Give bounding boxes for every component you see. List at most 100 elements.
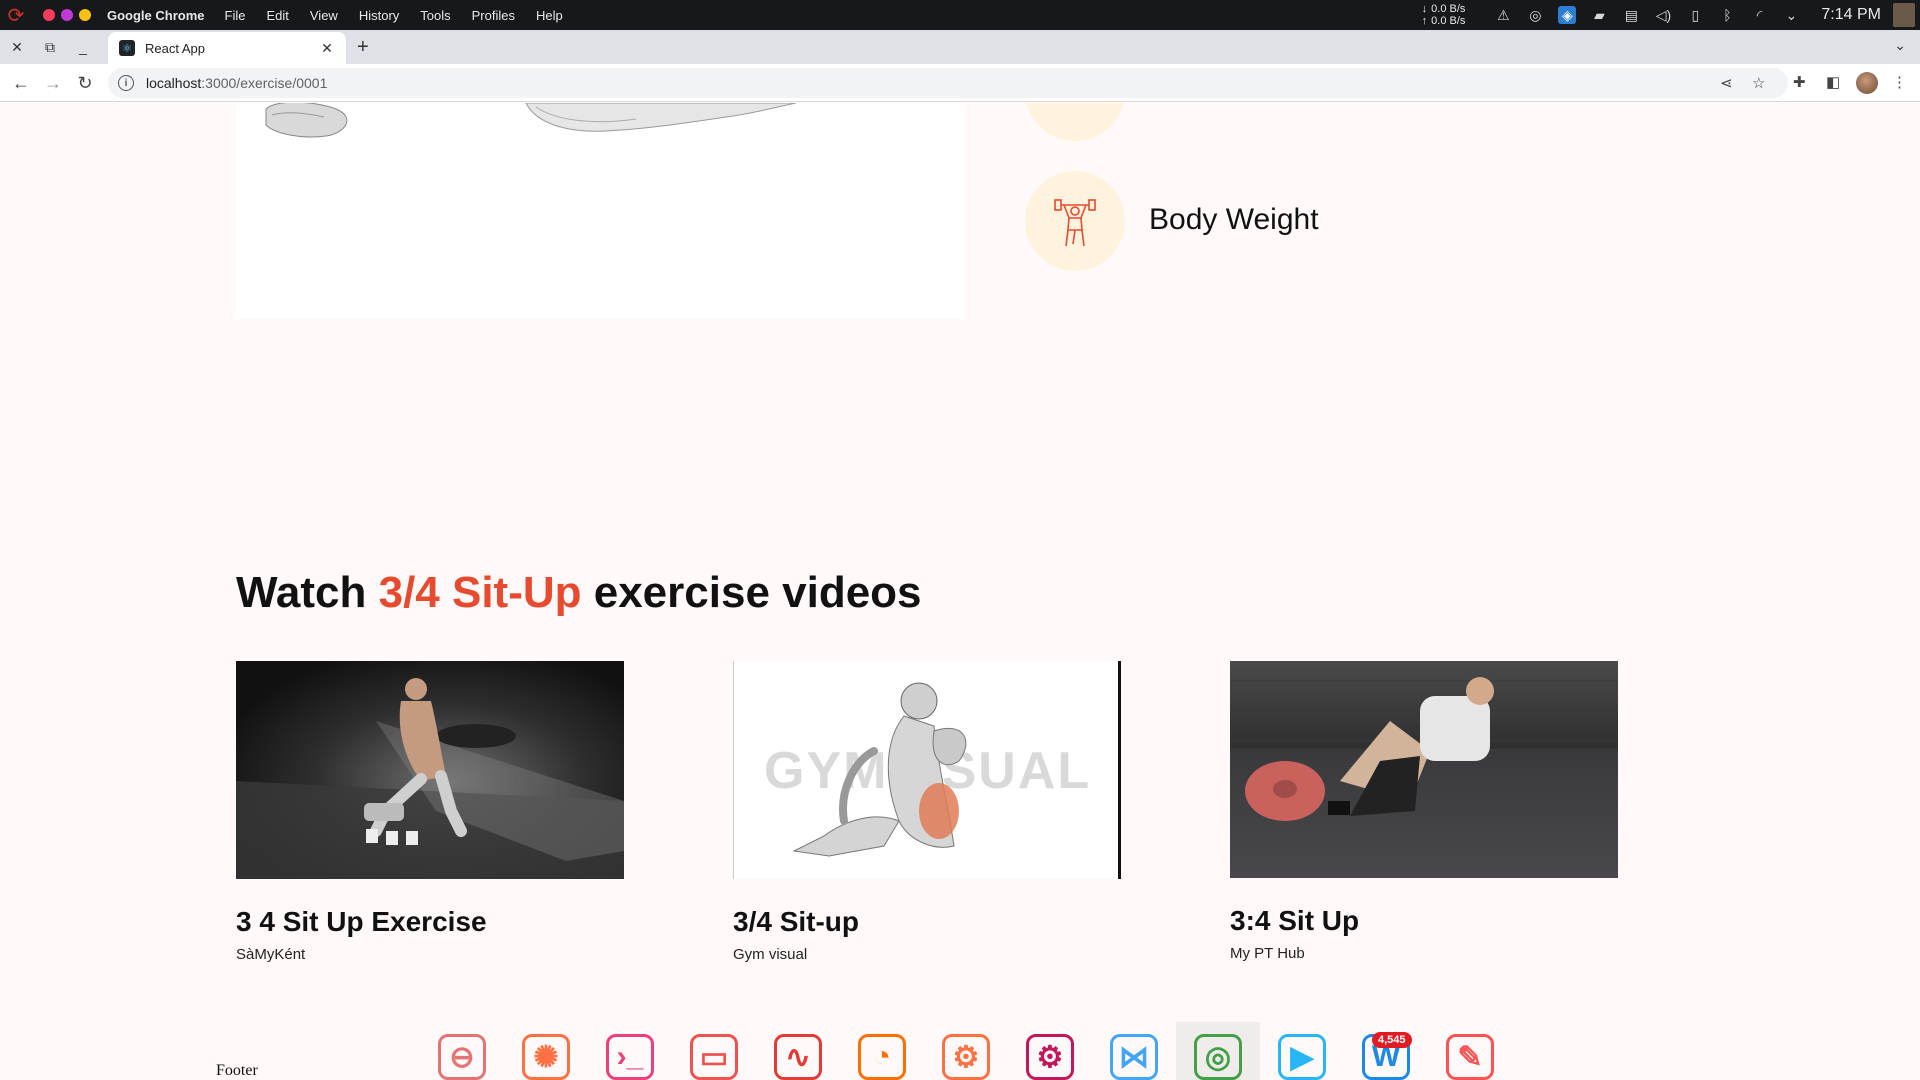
back-icon[interactable]: ←: [10, 72, 32, 94]
chevron-down-icon[interactable]: ⌄: [1782, 6, 1800, 24]
screenshot-icon[interactable]: ▰: [1590, 6, 1608, 24]
dock-editor[interactable]: ✎: [1428, 1022, 1512, 1080]
exercise-illustration: [265, 103, 797, 138]
menu-view[interactable]: View: [310, 8, 338, 23]
dock-editor-icon: ✎: [1446, 1034, 1494, 1080]
react-favicon-icon: ⚛: [119, 40, 135, 56]
video-title[interactable]: 3/4 Sit-up: [733, 906, 1121, 938]
video-title[interactable]: 3 4 Sit Up Exercise: [236, 906, 624, 938]
video-title[interactable]: 3:4 Sit Up: [1230, 905, 1618, 937]
video-thumbnail[interactable]: GYMVISUAL: [733, 661, 1121, 879]
bookmark-star-icon[interactable]: ☆: [1752, 74, 1765, 92]
video-channel: My PT Hub: [1230, 945, 1305, 962]
gym-floor-scene: [1230, 677, 1618, 821]
situp-illustration: [792, 682, 967, 857]
equipment-badge: [1025, 171, 1125, 271]
videos-heading-prefix: Watch: [236, 568, 379, 617]
url-text[interactable]: localhost:3000/exercise/0001: [146, 75, 327, 91]
close-dot[interactable]: [43, 9, 55, 21]
site-info-icon[interactable]: i: [118, 75, 134, 91]
download-arrow-icon: ↓: [1421, 3, 1428, 15]
close-window-icon[interactable]: ✕: [8, 38, 26, 56]
dock-vscode-icon: ⋈: [1110, 1034, 1158, 1080]
dock-settings-icon: ⚙: [1026, 1034, 1074, 1080]
os-top-bar: ⟳ Google Chrome File Edit View History T…: [0, 0, 1920, 30]
page-content: Body Weight Watch 3/4 Sit-Up exercise vi…: [0, 103, 1920, 1080]
notification-icon[interactable]: ⚠: [1494, 6, 1512, 24]
system-tray: ↓ ↑ 0.0 B/s 0.0 B/s ⚠ ◎ ◈ ▰ ▤ ◁) ▯ ᛒ ◜ ⌄ …: [1422, 0, 1920, 30]
battery-icon[interactable]: ▯: [1686, 6, 1704, 24]
dock-player-icon: ▶: [1278, 1034, 1326, 1080]
notification-badge: 4,545: [1372, 1032, 1412, 1048]
equipment-label: Body Weight: [1149, 203, 1319, 236]
tab-title: React App: [145, 40, 205, 56]
dock: ⊖ ✺ ›_ ▭ ∿ ◔ ⚙ ⚙ ⋈ ◎ ▶ W 4,545 ✎: [420, 1022, 1512, 1080]
dock-app-2-icon: ✺: [522, 1034, 570, 1080]
clipboard-icon[interactable]: ▤: [1622, 6, 1640, 24]
maximize-dot[interactable]: [79, 9, 91, 21]
target-badge: [1025, 103, 1125, 141]
menu-tools[interactable]: Tools: [420, 8, 450, 23]
dock-files[interactable]: ▭: [672, 1022, 756, 1080]
menu-history[interactable]: History: [359, 8, 399, 23]
tab-react-app[interactable]: ⚛ React App ✕: [108, 32, 346, 64]
dock-app-12[interactable]: W 4,545: [1344, 1022, 1428, 1080]
dock-terminal[interactable]: ›_: [588, 1022, 672, 1080]
network-speed: ↓ ↑ 0.0 B/s 0.0 B/s: [1422, 3, 1466, 27]
dock-app-1-icon: ⊖: [438, 1034, 486, 1080]
side-panel-icon[interactable]: ◧: [1826, 73, 1840, 91]
tab-search-chevron-icon[interactable]: ⌄: [1894, 37, 1906, 54]
vpn-icon[interactable]: ◈: [1558, 6, 1577, 24]
wifi-icon[interactable]: ◜: [1750, 6, 1768, 24]
menu-profiles[interactable]: Profiles: [472, 8, 515, 23]
address-bar[interactable]: i localhost:3000/exercise/0001 ⋖ ☆: [108, 68, 1788, 98]
dock-settings[interactable]: ⚙: [1008, 1022, 1092, 1080]
exercise-gif-image: [236, 103, 965, 319]
volume-icon[interactable]: ◁): [1654, 6, 1672, 24]
dock-terminal-icon: ›_: [606, 1034, 654, 1080]
minimize-dot[interactable]: [61, 9, 73, 21]
dock-player[interactable]: ▶: [1260, 1022, 1344, 1080]
dock-vscode[interactable]: ⋈: [1092, 1022, 1176, 1080]
forward-icon[interactable]: →: [42, 72, 64, 94]
target-icon: [1053, 103, 1097, 113]
video-card[interactable]: GYMVISUAL 3/4 Sit-up Gym visual: [733, 661, 1121, 963]
video-channel: SàMyKént: [236, 946, 306, 963]
url-host: localhost: [146, 75, 202, 91]
video-thumbnail[interactable]: [1230, 661, 1618, 878]
video-card[interactable]: 3 4 Sit Up Exercise SàMyKént: [236, 661, 624, 963]
menu-file[interactable]: File: [225, 8, 246, 23]
dock-monitor[interactable]: ∿: [756, 1022, 840, 1080]
tab-close-icon[interactable]: ✕: [318, 40, 336, 57]
new-tab-icon[interactable]: +: [357, 36, 369, 59]
active-app-name: Google Chrome: [107, 7, 205, 23]
distro-logo-icon[interactable]: ⟳: [3, 2, 29, 28]
indicator-icon[interactable]: ◎: [1526, 6, 1544, 24]
profile-avatar[interactable]: [1856, 72, 1878, 94]
dock-app-1[interactable]: ⊖: [420, 1022, 504, 1080]
dock-app-7[interactable]: ⚙: [924, 1022, 1008, 1080]
dock-app-2[interactable]: ✺: [504, 1022, 588, 1080]
dock-disk-icon: ◔: [858, 1034, 906, 1080]
minimize-window-icon[interactable]: _: [74, 38, 92, 56]
user-avatar[interactable]: [1893, 3, 1915, 27]
menu-edit[interactable]: Edit: [266, 8, 288, 23]
clock[interactable]: 7:14 PM: [1821, 6, 1881, 24]
reload-icon[interactable]: ↻: [74, 72, 96, 94]
dock-disk[interactable]: ◔: [840, 1022, 924, 1080]
bluetooth-icon[interactable]: ᛒ: [1718, 6, 1736, 24]
video-thumbnail[interactable]: [236, 661, 624, 879]
extensions-icon[interactable]: ✚: [1793, 73, 1806, 91]
url-path: :3000/exercise/0001: [201, 75, 328, 91]
share-icon[interactable]: ⋖: [1720, 74, 1733, 92]
video-card[interactable]: 3:4 Sit Up My PT Hub: [1230, 661, 1618, 962]
dock-app-7-icon: ⚙: [942, 1034, 990, 1080]
restore-window-icon[interactable]: ⧉: [41, 38, 59, 56]
exercise-name-accent: 3/4 Sit-Up: [378, 568, 582, 617]
dock-monitor-icon: ∿: [774, 1034, 822, 1080]
dock-files-icon: ▭: [690, 1034, 738, 1080]
dock-chrome[interactable]: ◎: [1176, 1022, 1260, 1080]
more-menu-icon[interactable]: ⋮: [1892, 73, 1907, 91]
tab-strip: ✕ ⧉ _ ⚛ React App ✕ + ⌄: [0, 30, 1920, 64]
menu-help[interactable]: Help: [536, 8, 563, 23]
